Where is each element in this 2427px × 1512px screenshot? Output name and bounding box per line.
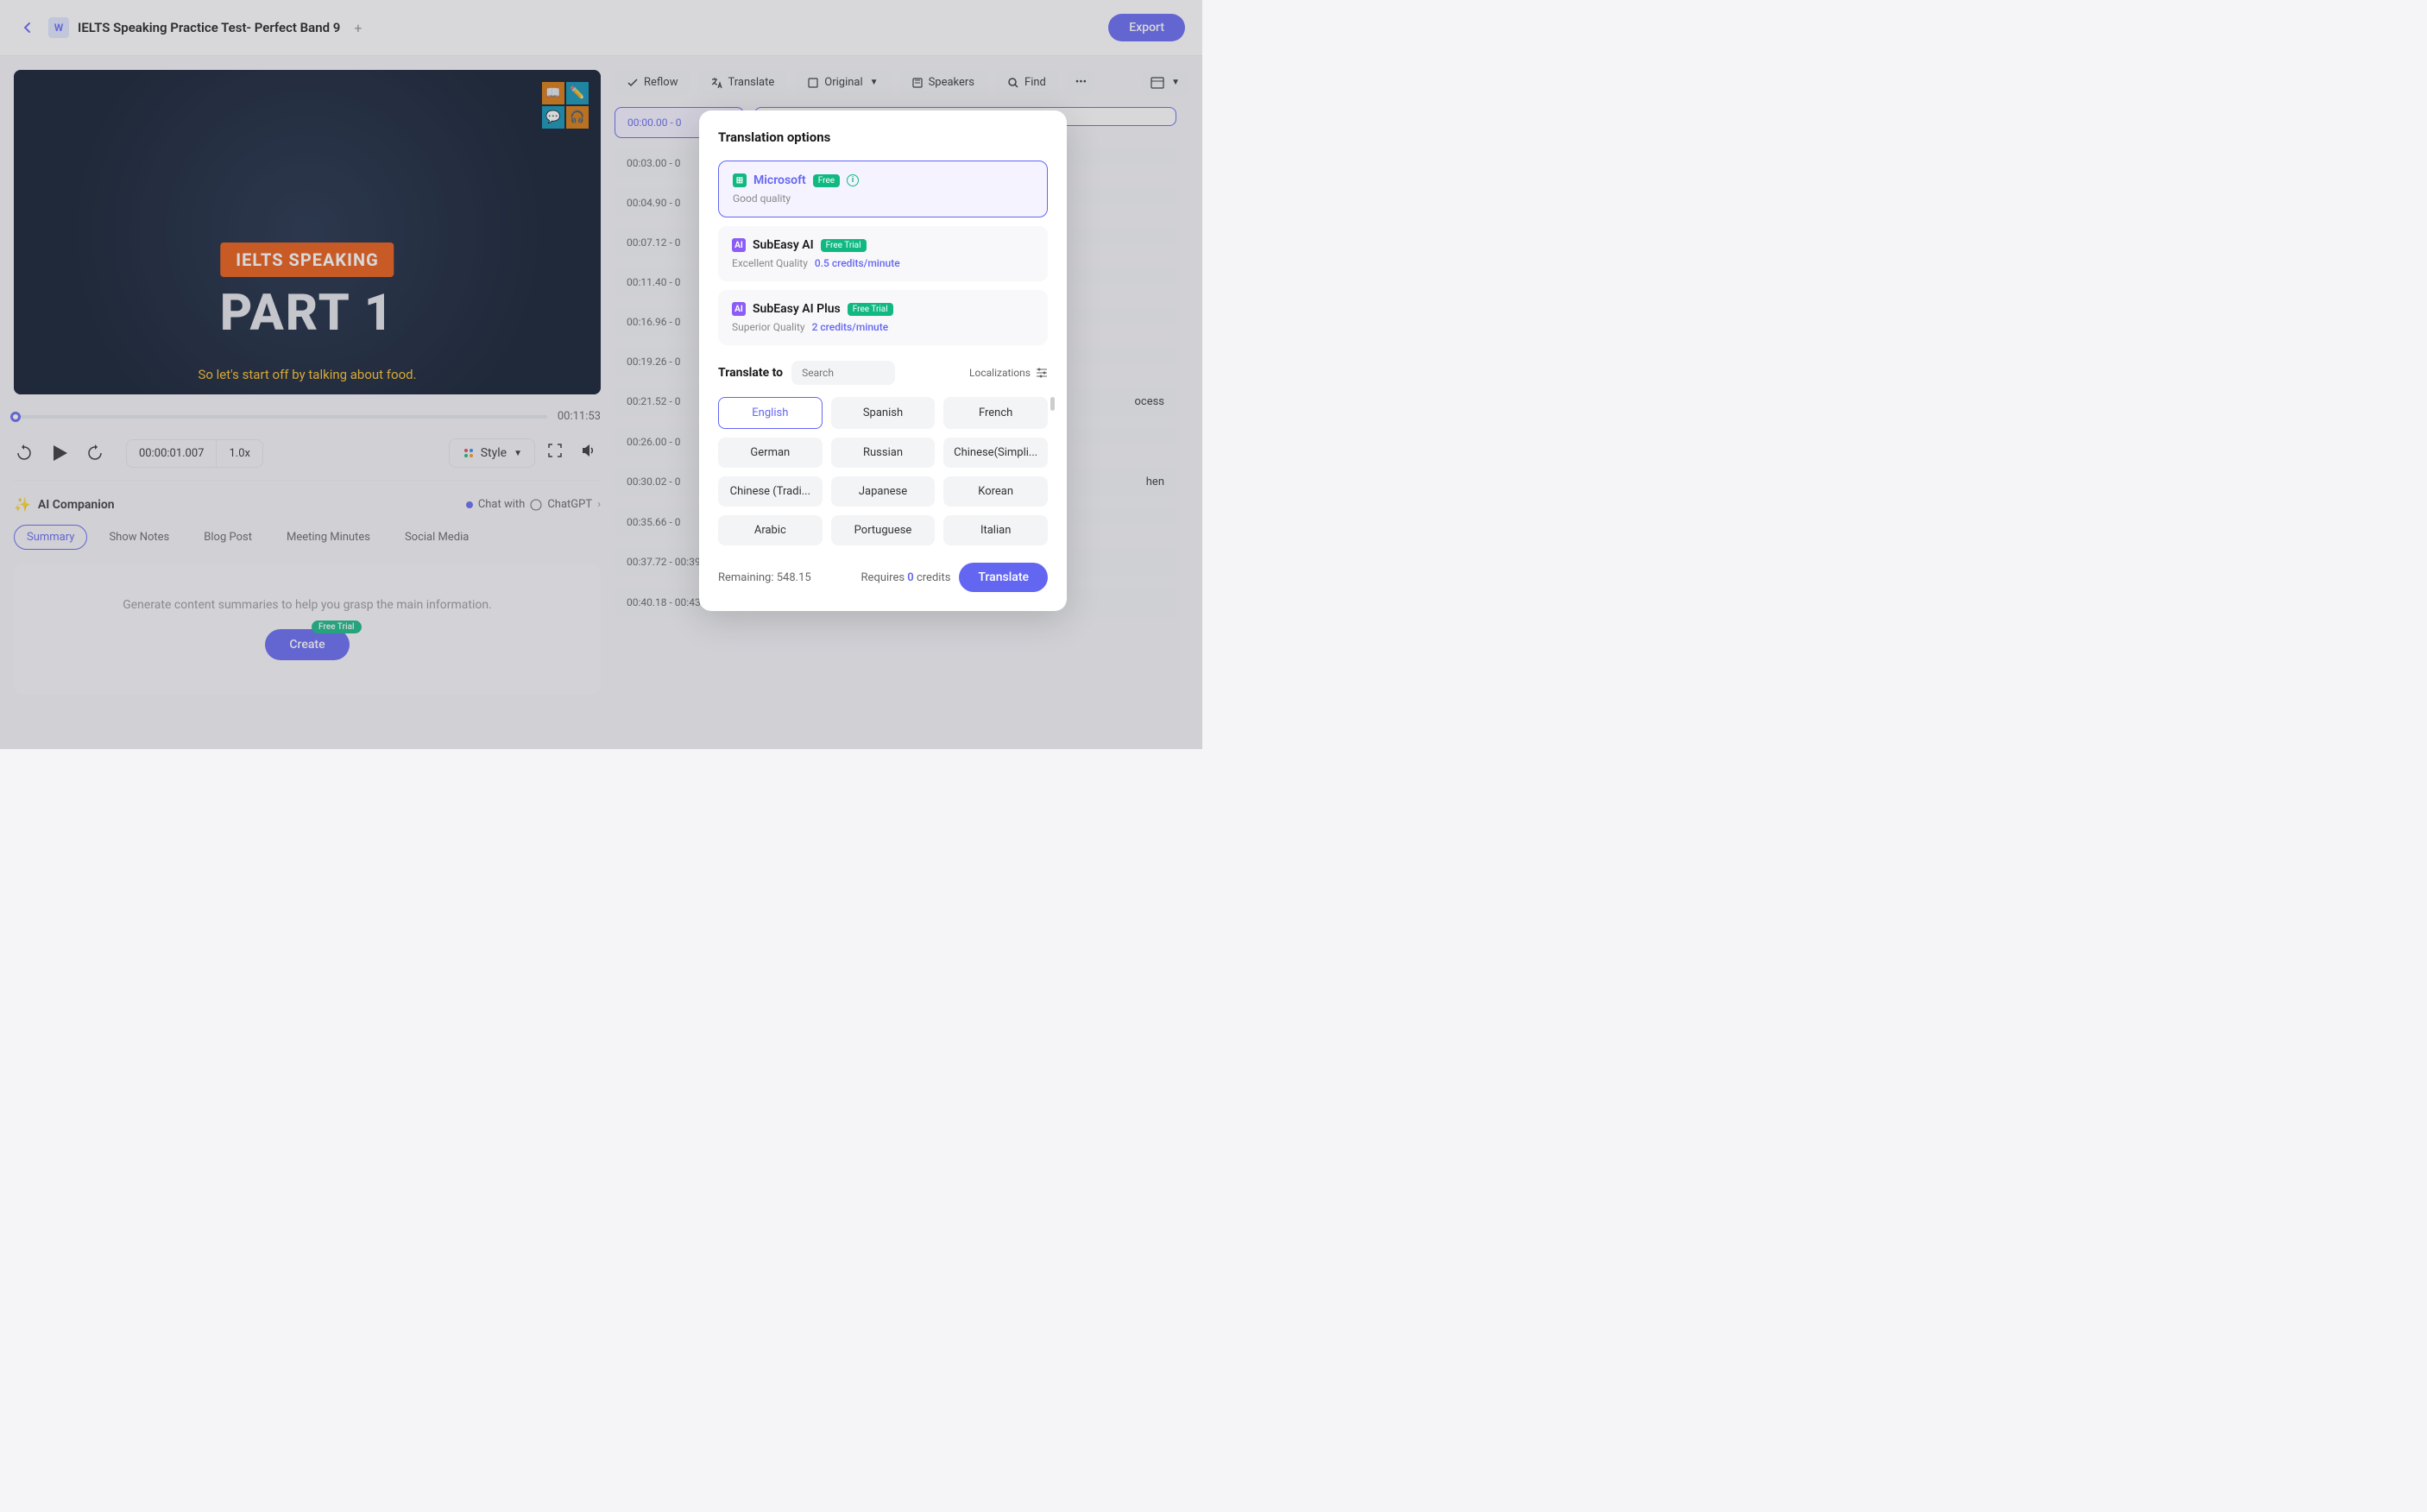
ai-logo-icon: AI	[732, 302, 746, 316]
language-search-input[interactable]	[791, 361, 895, 385]
provider-option-subeasy-ai[interactable]: AI SubEasy AI Free Trial Excellent Quality0…	[718, 226, 1048, 281]
language-option-english[interactable]: English	[718, 397, 823, 429]
free-badge: Free Trial	[848, 303, 893, 316]
free-badge: Free	[813, 174, 840, 187]
provider-name: Microsoft	[753, 173, 806, 187]
provider-option-microsoft[interactable]: ⊞ Microsoft Freei Good quality	[718, 161, 1048, 217]
provider-name: SubEasy AI Plus	[753, 302, 841, 316]
lang-scrollbar[interactable]	[1050, 397, 1055, 411]
language-option-german[interactable]: German	[718, 438, 823, 468]
ai-logo-icon: AI	[732, 238, 746, 252]
language-option-arabic[interactable]: Arabic	[718, 515, 823, 545]
remaining-credits: Remaining: 548.15	[718, 571, 811, 584]
translate-action-button[interactable]: Translate	[959, 563, 1048, 592]
language-option-french[interactable]: French	[943, 397, 1048, 429]
translate-to-label: Translate to	[718, 366, 783, 380]
modal-title: Translation options	[718, 129, 1048, 145]
provider-option-subeasy-ai-plus[interactable]: AI SubEasy AI Plus Free Trial Superior Qual…	[718, 290, 1048, 345]
requires-credits: Requires 0 credits	[861, 571, 951, 584]
language-option-italian[interactable]: Italian	[943, 515, 1048, 545]
translation-options-modal: Translation options ⊞ Microsoft Freei Good …	[699, 110, 1067, 611]
info-icon[interactable]: i	[847, 174, 859, 186]
language-option-korean[interactable]: Korean	[943, 476, 1048, 507]
ms-logo-icon: ⊞	[733, 173, 747, 187]
provider-quality: Good quality	[733, 192, 1033, 205]
provider-name: SubEasy AI	[753, 238, 814, 252]
language-option-chinesetradi[interactable]: Chinese (Tradi...	[718, 476, 823, 507]
language-option-japanese[interactable]: Japanese	[831, 476, 936, 507]
language-option-russian[interactable]: Russian	[831, 438, 936, 468]
language-option-chinesesimpli[interactable]: Chinese(Simpli...	[943, 438, 1048, 468]
language-option-spanish[interactable]: Spanish	[831, 397, 936, 429]
localizations-button[interactable]: Localizations	[969, 367, 1048, 379]
language-option-portuguese[interactable]: Portuguese	[831, 515, 936, 545]
free-badge: Free Trial	[821, 239, 867, 252]
provider-quality: Superior Quality2 credits/minute	[732, 321, 1034, 333]
sliders-icon	[1036, 368, 1048, 378]
provider-quality: Excellent Quality0.5 credits/minute	[732, 257, 1034, 269]
